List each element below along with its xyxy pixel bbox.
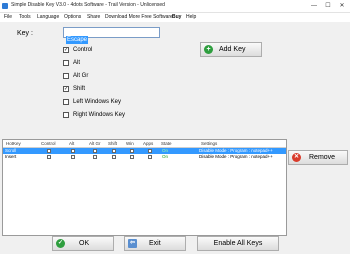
right-windows-key-checkbox-label: Right Windows Key <box>73 111 126 118</box>
menu-download-more[interactable]: Download More Free Software <box>105 14 173 20</box>
table-row[interactable]: Insert On Disable Mode : Program : notep… <box>3 154 286 160</box>
alt-checkbox-box[interactable] <box>63 59 69 66</box>
exit-icon: ⇦ <box>128 239 137 248</box>
table-header: HotKey Control Alt Alt Gr Shift Win Apps… <box>3 140 286 148</box>
right-windows-key-checkbox-box[interactable] <box>63 111 69 118</box>
menu-options[interactable]: Options <box>64 14 81 20</box>
remove-label: Remove <box>309 154 336 161</box>
close-button[interactable]: ✕ <box>335 0 349 13</box>
enable-all-keys-button[interactable]: Enable All Keys <box>197 236 279 251</box>
control-cell-checkbox[interactable] <box>47 155 51 159</box>
column-shift[interactable]: Shift <box>108 141 117 146</box>
shift-checkbox[interactable]: ✓ Shift <box>63 84 85 93</box>
column-alt[interactable]: Alt <box>69 141 74 146</box>
control-checkbox-box[interactable]: ✓ <box>63 46 69 53</box>
settings-cell: Disable Mode : Program : notepad++ <box>199 154 273 159</box>
enable-all-keys-label: Enable All Keys <box>213 240 263 247</box>
key-label: Key : <box>17 30 33 37</box>
ok-label: OK <box>79 240 90 247</box>
column-hotkey[interactable]: HotKey <box>6 141 21 146</box>
add-key-label: Add Key <box>219 46 246 53</box>
apps-cell-checkbox[interactable] <box>148 149 152 153</box>
key-input[interactable]: Escape <box>63 27 160 44</box>
exit-label: Exit <box>149 240 161 247</box>
window-title: Simple Disable Key V3.0 - 4dots Software… <box>11 2 165 8</box>
hotkey-table[interactable]: HotKey Control Alt Alt Gr Shift Win Apps… <box>2 139 287 236</box>
menu-buy[interactable]: Buy <box>172 14 181 20</box>
key-input-value: Escape <box>66 36 89 44</box>
title-bar: Simple Disable Key V3.0 - 4dots Software… <box>0 0 350 13</box>
remove-icon: ✕ <box>292 153 301 162</box>
column-settings[interactable]: Settings <box>201 141 217 146</box>
shift-checkbox-label: Shift <box>73 85 86 92</box>
app-icon <box>2 3 8 9</box>
remove-button[interactable]: ✕ Remove <box>288 150 348 165</box>
left-windows-key-checkbox[interactable]: Left Windows Key <box>63 97 121 106</box>
column-state[interactable]: State <box>161 141 172 146</box>
alt-checkbox[interactable]: Alt <box>63 58 80 67</box>
win-cell-checkbox[interactable] <box>130 149 134 153</box>
alt-gr-cell-checkbox[interactable] <box>93 155 97 159</box>
menu-file[interactable]: File <box>4 14 12 20</box>
win-cell-checkbox[interactable] <box>130 155 134 159</box>
menu-bar: File Tools Language Options Share Downlo… <box>0 13 350 22</box>
control-checkbox-label: Control <box>73 46 93 53</box>
alt-cell-checkbox[interactable] <box>71 149 75 153</box>
apps-cell-checkbox[interactable] <box>148 155 152 159</box>
checkmark-icon: ✓ <box>56 239 65 248</box>
left-windows-key-checkbox-label: Left Windows Key <box>73 98 122 105</box>
menu-language[interactable]: Language <box>37 14 59 20</box>
shift-cell-checkbox[interactable] <box>112 149 116 153</box>
shift-cell-checkbox[interactable] <box>112 155 116 159</box>
menu-share[interactable]: Share <box>87 14 100 20</box>
column-win[interactable]: Win <box>126 141 134 146</box>
column-alt-gr[interactable]: Alt Gr <box>89 141 101 146</box>
plus-icon: + <box>204 45 213 54</box>
alt-gr-checkbox-label: Alt Gr <box>73 72 89 79</box>
alt-cell-checkbox[interactable] <box>71 155 75 159</box>
control-cell-checkbox[interactable] <box>47 149 51 153</box>
left-windows-key-checkbox-box[interactable] <box>63 98 69 105</box>
add-key-button[interactable]: + Add Key <box>200 42 262 57</box>
alt-checkbox-label: Alt <box>73 59 81 66</box>
alt-gr-checkbox-box[interactable] <box>63 72 69 79</box>
shift-checkbox-box[interactable]: ✓ <box>63 85 69 92</box>
minimize-button[interactable]: — <box>307 0 321 13</box>
alt-gr-cell-checkbox[interactable] <box>93 149 97 153</box>
column-apps[interactable]: Apps <box>143 141 153 146</box>
maximize-button[interactable]: ☐ <box>321 0 335 13</box>
hotkey-cell: Insert <box>5 154 17 159</box>
menu-help[interactable]: Help <box>186 14 196 20</box>
state-cell: On <box>162 154 169 159</box>
ok-button[interactable]: ✓ OK <box>52 236 114 251</box>
column-control[interactable]: Control <box>41 141 56 146</box>
right-windows-key-checkbox[interactable]: Right Windows Key <box>63 110 125 119</box>
menu-tools[interactable]: Tools <box>19 14 31 20</box>
exit-button[interactable]: ⇦ Exit <box>124 236 186 251</box>
control-checkbox[interactable]: ✓ Control <box>63 45 92 54</box>
alt-gr-checkbox[interactable]: Alt Gr <box>63 71 88 80</box>
